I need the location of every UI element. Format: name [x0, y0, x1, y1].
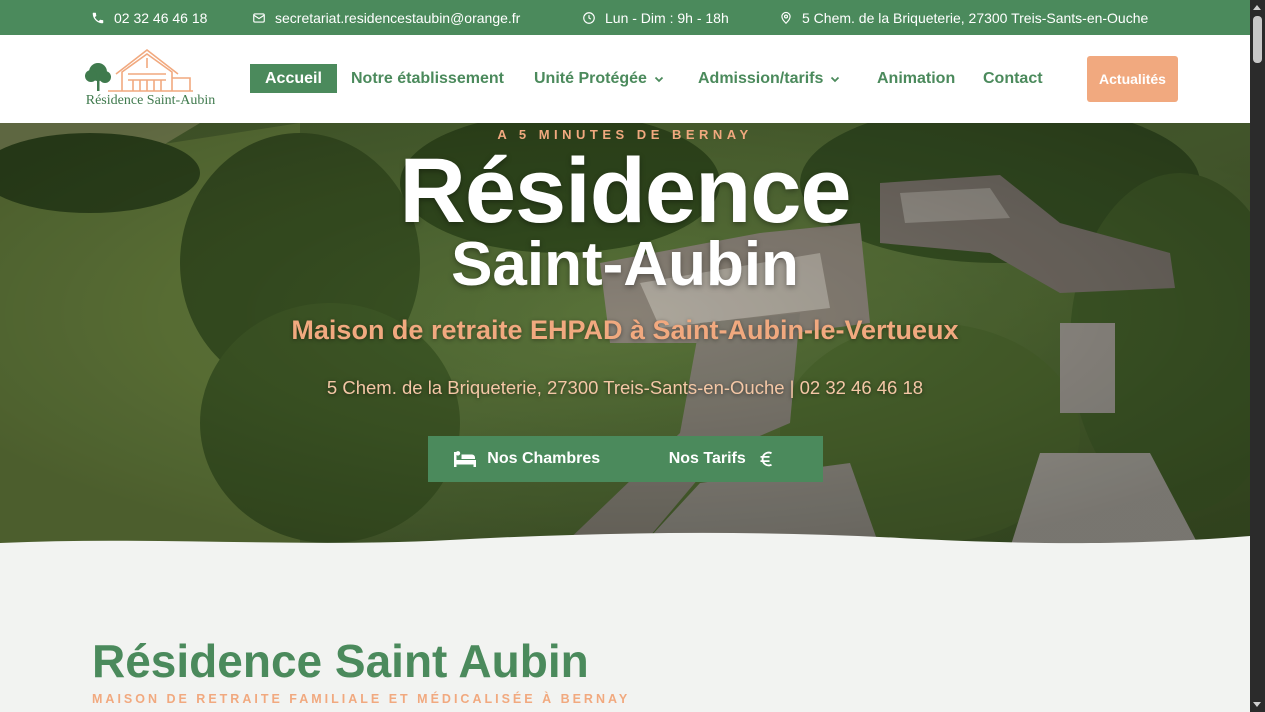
chevron-down-icon	[831, 76, 840, 83]
topbar-email[interactable]: secretariat.residencestaubin@orange.fr	[252, 0, 520, 35]
hero-subtitle: Maison de retraite EHPAD à Saint-Aubin-l…	[291, 315, 959, 345]
actualites-button[interactable]: Actualités	[1087, 56, 1178, 102]
nav-unite-protegee-label: Unité Protégée	[534, 70, 647, 87]
nav-contact[interactable]: Contact	[983, 64, 1043, 94]
hero-address-line: 5 Chem. de la Briqueterie, 27300 Treis-S…	[326, 377, 924, 398]
nos-tarifs-label: Nos Tarifs	[668, 450, 746, 467]
mail-icon	[253, 12, 265, 23]
clock-icon	[583, 11, 595, 24]
section-title: Résidence Saint Aubin	[92, 635, 589, 687]
site-logo[interactable]: Résidence Saint-Aubin	[78, 44, 223, 110]
hero-wave-divider	[0, 532, 1250, 548]
euro-icon	[760, 451, 772, 467]
location-pin-icon	[781, 11, 791, 24]
nav-admission-tarifs[interactable]: Admission/tarifs	[698, 64, 840, 94]
topbar-hours: Lun - Dim : 9h - 18h	[582, 0, 729, 35]
nav-notre-etablissement[interactable]: Notre établissement	[351, 64, 504, 94]
phone-icon	[92, 12, 104, 23]
logo-text: Résidence Saint-Aubin	[85, 93, 216, 108]
intro-section: Résidence Saint Aubin MAISON DE RETRAITE…	[0, 548, 1250, 712]
scroll-up-arrow-icon[interactable]	[1253, 5, 1261, 10]
topbar-address[interactable]: 5 Chem. de la Briqueterie, 27300 Treis-S…	[779, 0, 1148, 35]
topbar-email-text: secretariat.residencestaubin@orange.fr	[275, 9, 521, 26]
hero-title-line2: Saint-Aubin	[451, 230, 799, 299]
topbar-phone-text: 02 32 46 46 18	[114, 9, 208, 26]
topbar-phone[interactable]: 02 32 46 46 18	[91, 0, 207, 35]
top-info-bar: 02 32 46 46 18 secretariat.residencestau…	[0, 0, 1250, 35]
nav-admission-tarifs-label: Admission/tarifs	[698, 70, 824, 87]
page-scrollbar[interactable]	[1250, 0, 1265, 712]
nav-animation[interactable]: Animation	[877, 64, 955, 94]
scroll-down-arrow-icon[interactable]	[1253, 702, 1261, 707]
topbar-hours-text: Lun - Dim : 9h - 18h	[605, 9, 729, 26]
section-subtitle: MAISON DE RETRAITE FAMILIALE ET MÉDICALI…	[92, 692, 631, 706]
hero-title-line1: Résidence	[399, 140, 851, 242]
nos-tarifs-button[interactable]: Nos Tarifs	[626, 436, 824, 482]
scroll-thumb[interactable]	[1253, 16, 1262, 63]
hero-button-group: Nos Chambres Nos Tarifs	[428, 436, 823, 482]
nav-unite-protegee[interactable]: Unité Protégée	[534, 64, 664, 94]
nos-chambres-button[interactable]: Nos Chambres	[428, 436, 626, 482]
hero-banner: A 5 MINUTES DE BERNAY Résidence Saint-Au…	[0, 123, 1250, 548]
chevron-down-icon	[654, 76, 664, 83]
logo-house-icon	[85, 48, 193, 92]
site-header: Résidence Saint-Aubin Accueil Notre étab…	[0, 35, 1250, 123]
nos-chambres-label: Nos Chambres	[487, 450, 601, 467]
nav-accueil[interactable]: Accueil	[250, 64, 337, 93]
topbar-address-text: 5 Chem. de la Briqueterie, 27300 Treis-S…	[802, 9, 1149, 26]
bed-icon	[454, 451, 477, 467]
